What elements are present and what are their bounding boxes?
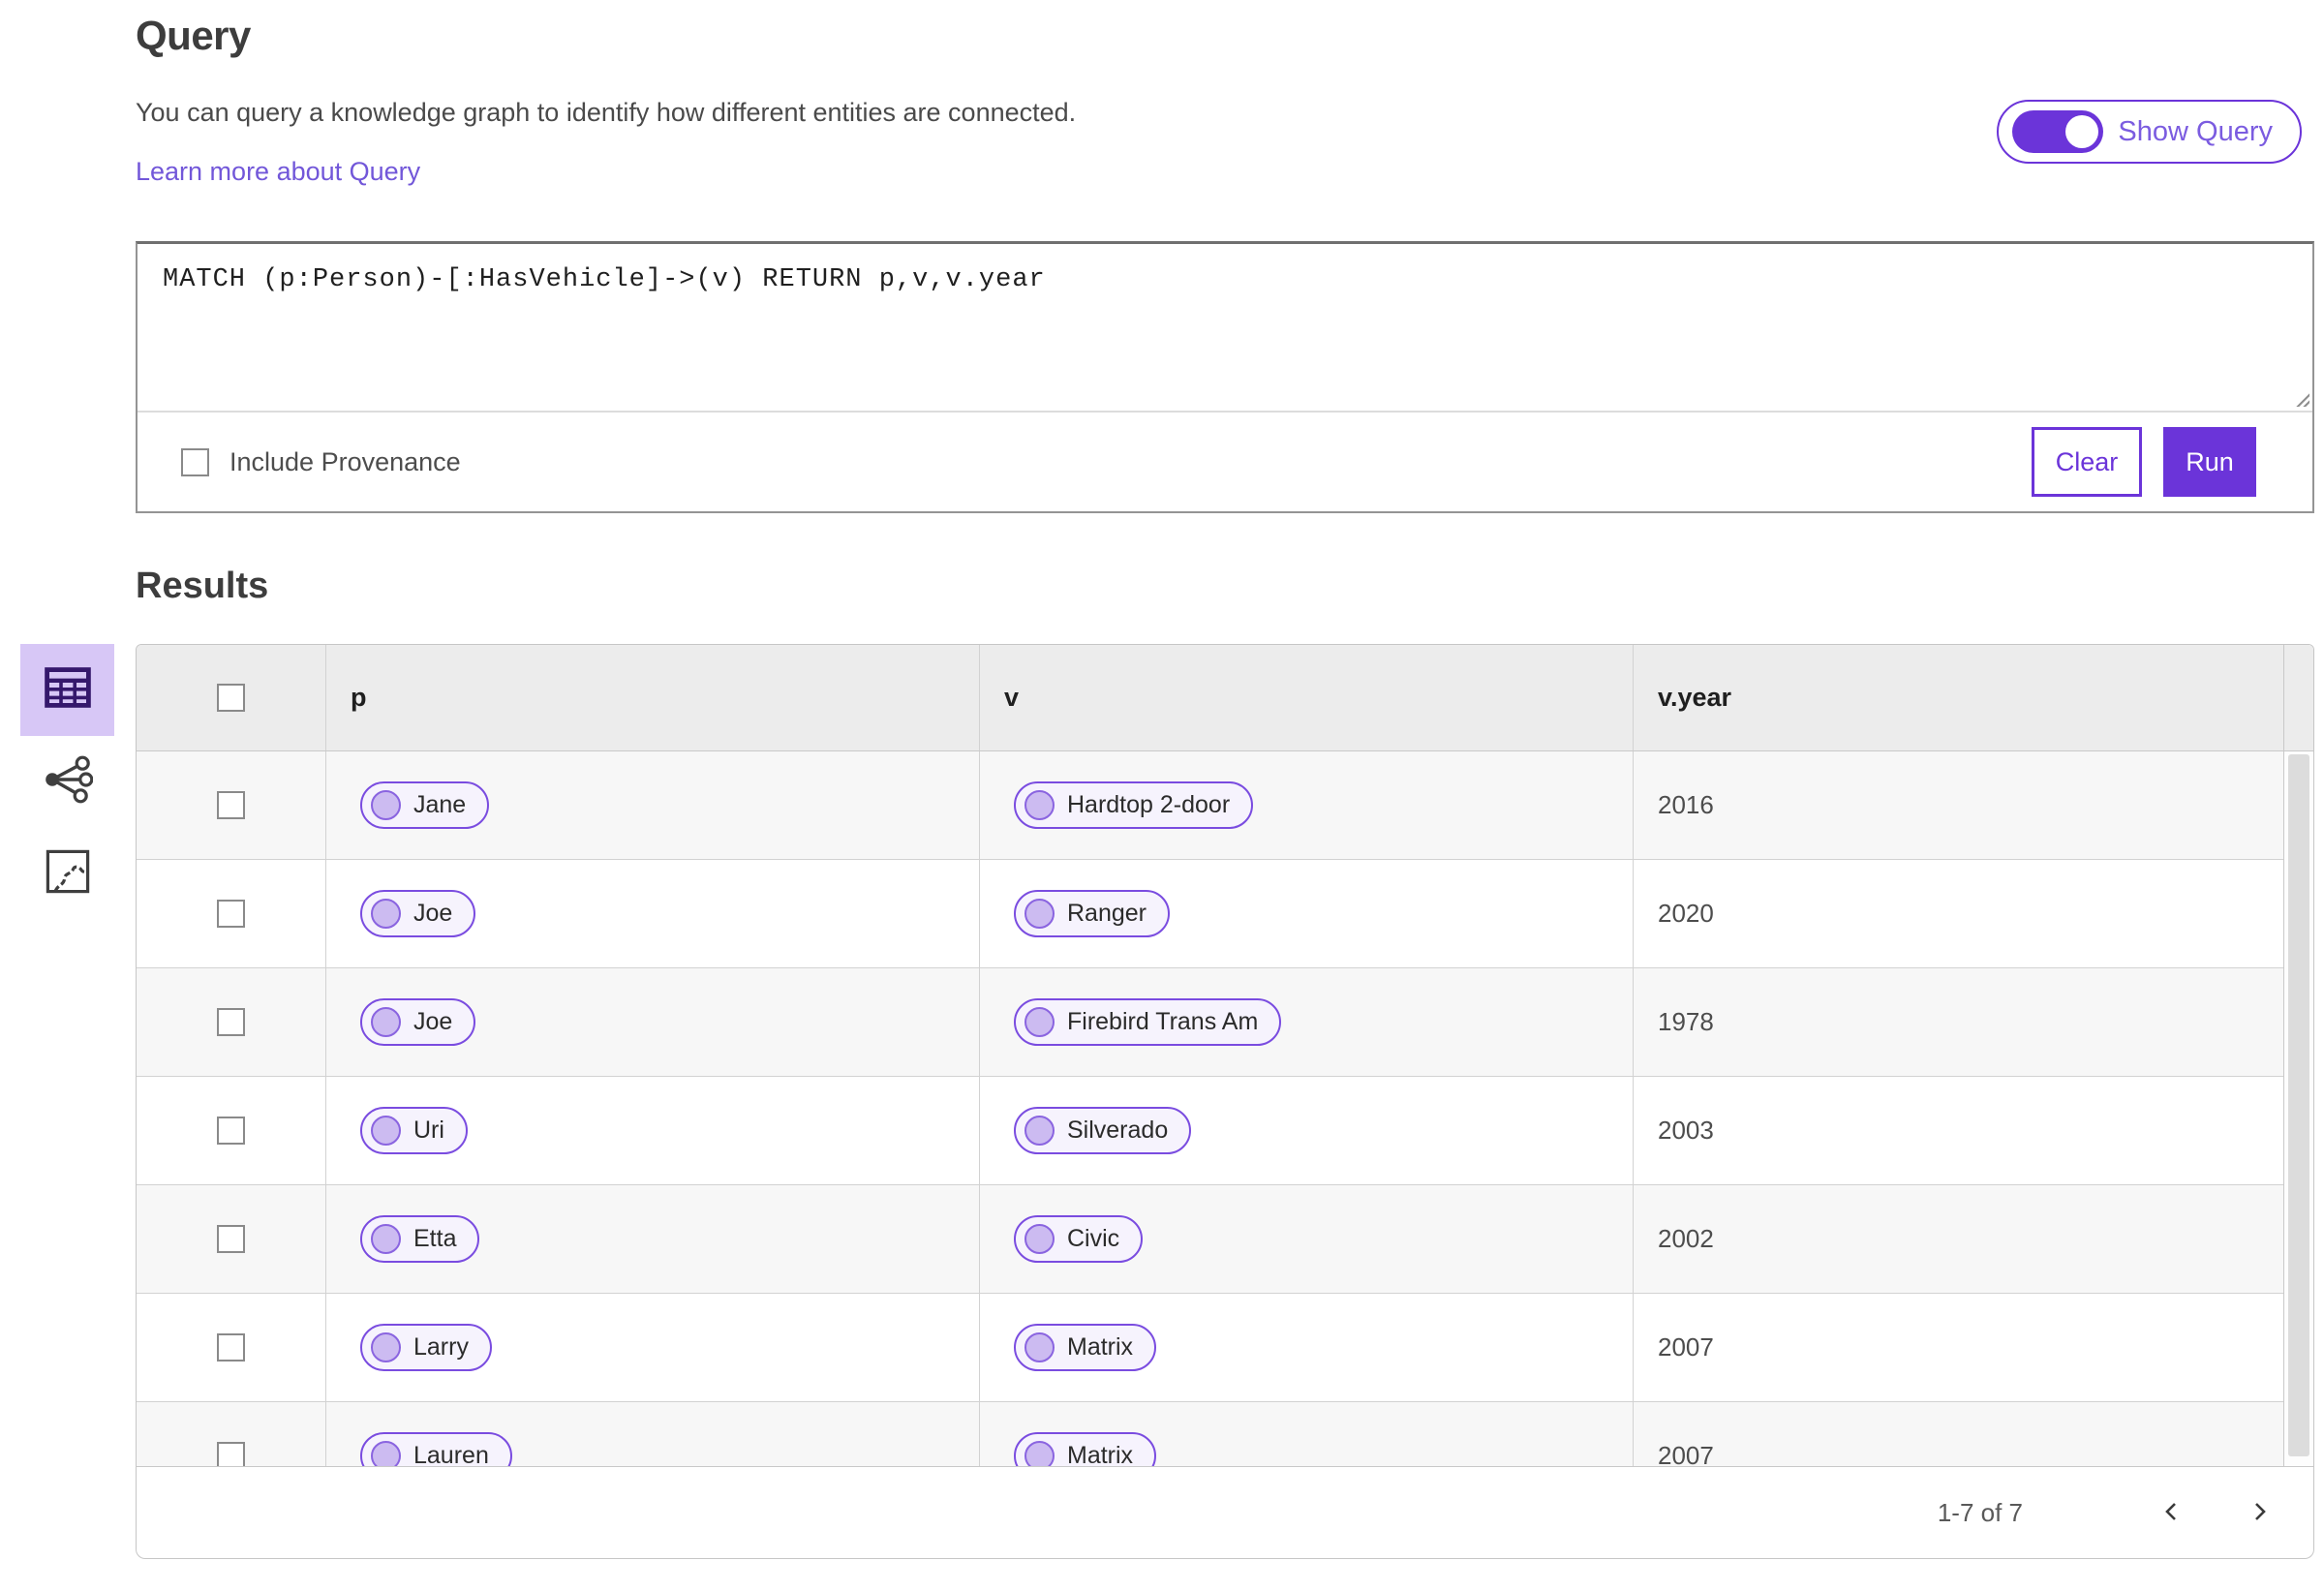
entity-pill-v[interactable]: Firebird Trans Am [1014,998,1282,1046]
table-scrollbar[interactable] [2283,645,2313,1466]
select-all-checkbox[interactable] [217,684,245,712]
previous-page-button[interactable] [2158,1498,2186,1528]
entity-node-icon [371,1332,401,1362]
entity-node-icon [1024,1441,1055,1466]
include-provenance-label: Include Provenance [229,446,461,476]
year-value: 2020 [1658,899,1714,928]
table-row: Larry Matrix 2007 [137,1294,2313,1402]
results-title: Results [136,566,269,606]
include-provenance-checkbox[interactable] [181,447,209,476]
entity-node-icon [371,1007,401,1037]
year-value: 1978 [1658,1007,1714,1036]
table-view-button[interactable] [20,644,114,736]
table-row: Lauren Matrix 2007 [137,1402,2313,1467]
toggle-knob [2065,115,2099,148]
year-value: 2002 [1658,1224,1714,1253]
table-row: Joe Firebird Trans Am 1978 [137,968,2313,1077]
view-switcher-rail [10,644,136,1559]
column-header-v: v [1004,683,1020,712]
entity-node-icon [1024,1224,1055,1254]
query-panel: MATCH (p:Person)-[:HasVehicle]->(v) RETU… [136,241,2314,513]
map-icon [46,849,90,899]
entity-pill-p[interactable]: Joe [360,998,476,1046]
entity-pill-v[interactable]: Ranger [1014,890,1170,937]
entity-node-icon [371,790,401,820]
entity-pill-p[interactable]: Etta [360,1215,480,1263]
show-query-toggle[interactable]: Show Query [1997,100,2302,164]
entity-node-icon [371,899,401,929]
year-value: 2007 [1658,1332,1714,1362]
query-controls: Include Provenance Clear Run [138,413,2312,511]
entity-pill-v[interactable]: Matrix [1014,1432,1157,1466]
entity-pill-p[interactable]: Jane [360,781,490,829]
learn-more-link[interactable]: Learn more about Query [136,157,420,187]
clear-button[interactable]: Clear [2032,427,2142,497]
year-value: 2003 [1658,1116,1714,1145]
run-button[interactable]: Run [2163,427,2256,497]
map-view-button[interactable] [20,828,114,920]
entity-node-icon [1024,790,1055,820]
pagination-range: 1-7 of 7 [1937,1497,2023,1527]
graph-icon [43,754,93,810]
row-checkbox[interactable] [217,791,245,819]
entity-pill-p[interactable]: Lauren [360,1432,512,1466]
row-checkbox[interactable] [217,900,245,928]
year-value: 2007 [1658,1441,1714,1467]
row-checkbox[interactable] [217,1225,245,1253]
table-row: Etta Civic 2002 [137,1185,2313,1294]
entity-pill-v[interactable]: Hardtop 2-door [1014,781,1254,829]
entity-pill-p[interactable]: Larry [360,1324,492,1371]
toggle-switch-icon[interactable] [2012,110,2104,153]
entity-node-icon [371,1224,401,1254]
page-title: Query [136,13,251,58]
column-header-v-year: v.year [1658,683,1732,712]
table-row: Uri Silverado 2003 [137,1077,2313,1185]
graph-view-button[interactable] [20,736,114,828]
entity-node-icon [1024,1332,1055,1362]
entity-node-icon [371,1116,401,1146]
page: Query You can query a knowledge graph to… [20,0,2314,1559]
chevron-left-icon [2158,1498,2186,1528]
row-checkbox[interactable] [217,1333,245,1362]
table-header-row: p v v.year [137,645,2313,751]
table-body: Jane Hardtop 2-door 2016 Joe Ranger 2020… [137,751,2313,1467]
entity-pill-v[interactable]: Silverado [1014,1107,1192,1154]
column-header-p: p [351,683,367,712]
entity-node-icon [371,1441,401,1466]
query-editor-wrap: MATCH (p:Person)-[:HasVehicle]->(v) RETU… [138,244,2312,413]
entity-pill-v[interactable]: Civic [1014,1215,1144,1263]
pagination-bar: 1-7 of 7 [136,1466,2314,1559]
page-description: You can query a knowledge graph to ident… [136,98,1077,127]
table-row: Jane Hardtop 2-door 2016 [137,751,2313,860]
chevron-right-icon [2246,1498,2273,1528]
results-table: p v v.year Jane Hardtop 2-door 2016 Joe … [136,644,2314,1467]
next-page-button[interactable] [2246,1498,2273,1528]
entity-node-icon [1024,1007,1055,1037]
entity-node-icon [1024,899,1055,929]
scrollbar-header-corner [2284,645,2313,751]
entity-node-icon [1024,1116,1055,1146]
entity-pill-v[interactable]: Matrix [1014,1324,1157,1371]
table-row: Joe Ranger 2020 [137,860,2313,968]
entity-pill-p[interactable]: Joe [360,890,476,937]
table-icon [44,667,91,713]
row-checkbox[interactable] [217,1442,245,1466]
entity-pill-p[interactable]: Uri [360,1107,468,1154]
year-value: 2016 [1658,790,1714,819]
row-checkbox[interactable] [217,1008,245,1036]
show-query-label: Show Query [2118,115,2273,147]
row-checkbox[interactable] [217,1117,245,1145]
scrollbar-thumb[interactable] [2288,754,2309,1456]
query-input[interactable]: MATCH (p:Person)-[:HasVehicle]->(v) RETU… [138,244,2312,411]
